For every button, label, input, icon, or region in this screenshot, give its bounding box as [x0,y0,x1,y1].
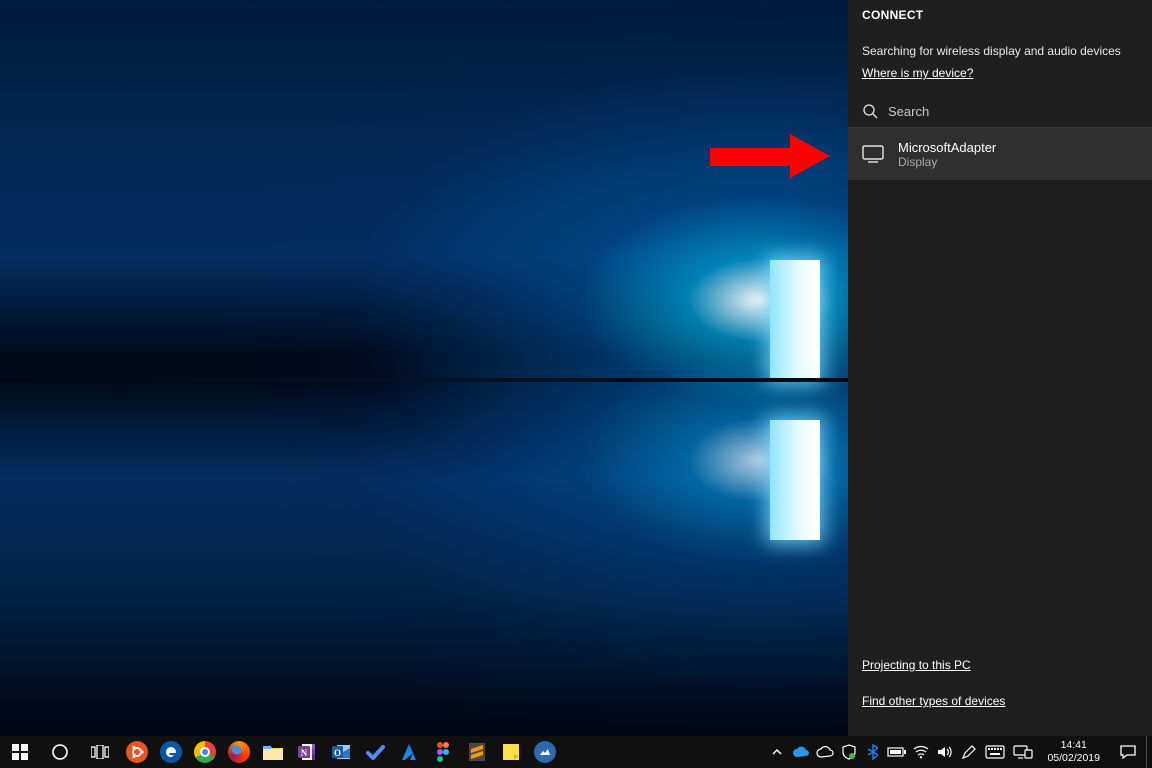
outlook-icon: O [331,742,351,762]
circle-icon [51,743,69,761]
tray-bluetooth[interactable] [861,736,885,768]
device-type: Display [898,155,996,169]
projecting-to-this-pc-link[interactable]: Projecting to this PC [862,658,971,672]
tray-volume[interactable] [933,736,957,768]
figma-icon [436,741,450,763]
wallpaper-midline [0,378,848,382]
svg-text:N: N [301,748,308,758]
taskbar-right: 14:41 05/02/2019 [765,736,1152,768]
tray-windows-security[interactable] [837,736,861,768]
onedrive-business-icon [816,746,834,758]
device-result-microsoft-adapter[interactable]: MicrosoftAdapter Display [848,128,1152,180]
bluetooth-icon [868,744,878,760]
taskbar-app-ubuntu[interactable] [120,738,154,766]
task-view-icon [91,745,109,759]
connect-title: CONNECT [862,8,923,22]
tray-overflow-button[interactable] [765,736,789,768]
cortana-search-button[interactable] [40,736,80,768]
clock-date: 05/02/2019 [1047,752,1100,765]
find-other-devices-link[interactable]: Find other types of devices [862,694,1005,708]
tray-pen[interactable] [957,736,981,768]
pen-icon [961,744,977,760]
windows-start-icon [12,744,28,760]
task-view-button[interactable] [80,736,120,768]
svg-text:O: O [334,748,341,758]
chrome-icon [194,741,216,763]
wifi-icon [913,745,929,759]
tray-touch-keyboard[interactable] [981,736,1009,768]
file-explorer-icon [262,743,284,761]
taskbar-app-chrome[interactable] [188,738,222,766]
taskbar-app-file-explorer[interactable] [256,738,290,766]
start-button[interactable] [0,736,40,768]
display-icon [862,145,884,163]
taskbar-app-figma[interactable] [426,738,460,766]
taskbar-app-sublime[interactable] [460,738,494,766]
sublime-icon [468,742,486,762]
taskbar-app-onenote[interactable]: N [290,738,324,766]
device-name: MicrosoftAdapter [898,140,996,155]
action-center-button[interactable] [1110,736,1146,768]
taskbar: N O 14:41 05/02/2019 [0,736,1152,768]
tray-battery[interactable] [885,736,909,768]
tray-onedrive-personal[interactable] [789,736,813,768]
tray-project[interactable] [1009,736,1037,768]
azure-icon [399,742,419,762]
project-icon [1013,745,1033,759]
todo-icon [365,742,385,762]
taskbar-app-sticky-notes[interactable] [494,738,528,766]
taskbar-app-outlook[interactable]: O [324,738,358,766]
connect-panel: CONNECT Searching for wireless display a… [848,0,1152,736]
taskbar-app-azure[interactable] [392,738,426,766]
tray-wifi[interactable] [909,736,933,768]
connect-search-row[interactable] [862,100,1138,122]
onedrive-personal-icon [792,746,810,758]
taskbar-clock[interactable]: 14:41 05/02/2019 [1037,739,1110,765]
taskbar-left: N O [0,736,562,768]
tray-overflow-icon [772,747,782,757]
windows-security-icon [842,744,856,760]
taskbar-app-photos[interactable] [528,738,562,766]
annotation-arrow [710,134,840,178]
connect-search-input[interactable] [888,104,1138,119]
connect-status-text: Searching for wireless display and audio… [862,44,1121,58]
clock-time: 14:41 [1047,739,1100,752]
firefox-icon [228,741,250,763]
search-icon [862,103,878,119]
battery-icon [887,746,907,758]
sticky-notes-icon [502,743,520,761]
onenote-icon: N [297,742,317,762]
touch-keyboard-icon [985,745,1005,759]
taskbar-app-firefox[interactable] [222,738,256,766]
device-text: MicrosoftAdapter Display [898,140,996,169]
edge-icon [160,741,182,763]
taskbar-app-edge[interactable] [154,738,188,766]
desktop-wallpaper[interactable] [0,0,848,736]
where-is-my-device-link[interactable]: Where is my device? [862,66,973,80]
ubuntu-icon [126,741,148,763]
taskbar-app-todo[interactable] [358,738,392,766]
tray-onedrive-business[interactable] [813,736,837,768]
volume-icon [937,745,953,759]
show-desktop-button[interactable] [1146,736,1152,768]
photos-icon [534,741,556,763]
notification-icon [1119,744,1137,760]
